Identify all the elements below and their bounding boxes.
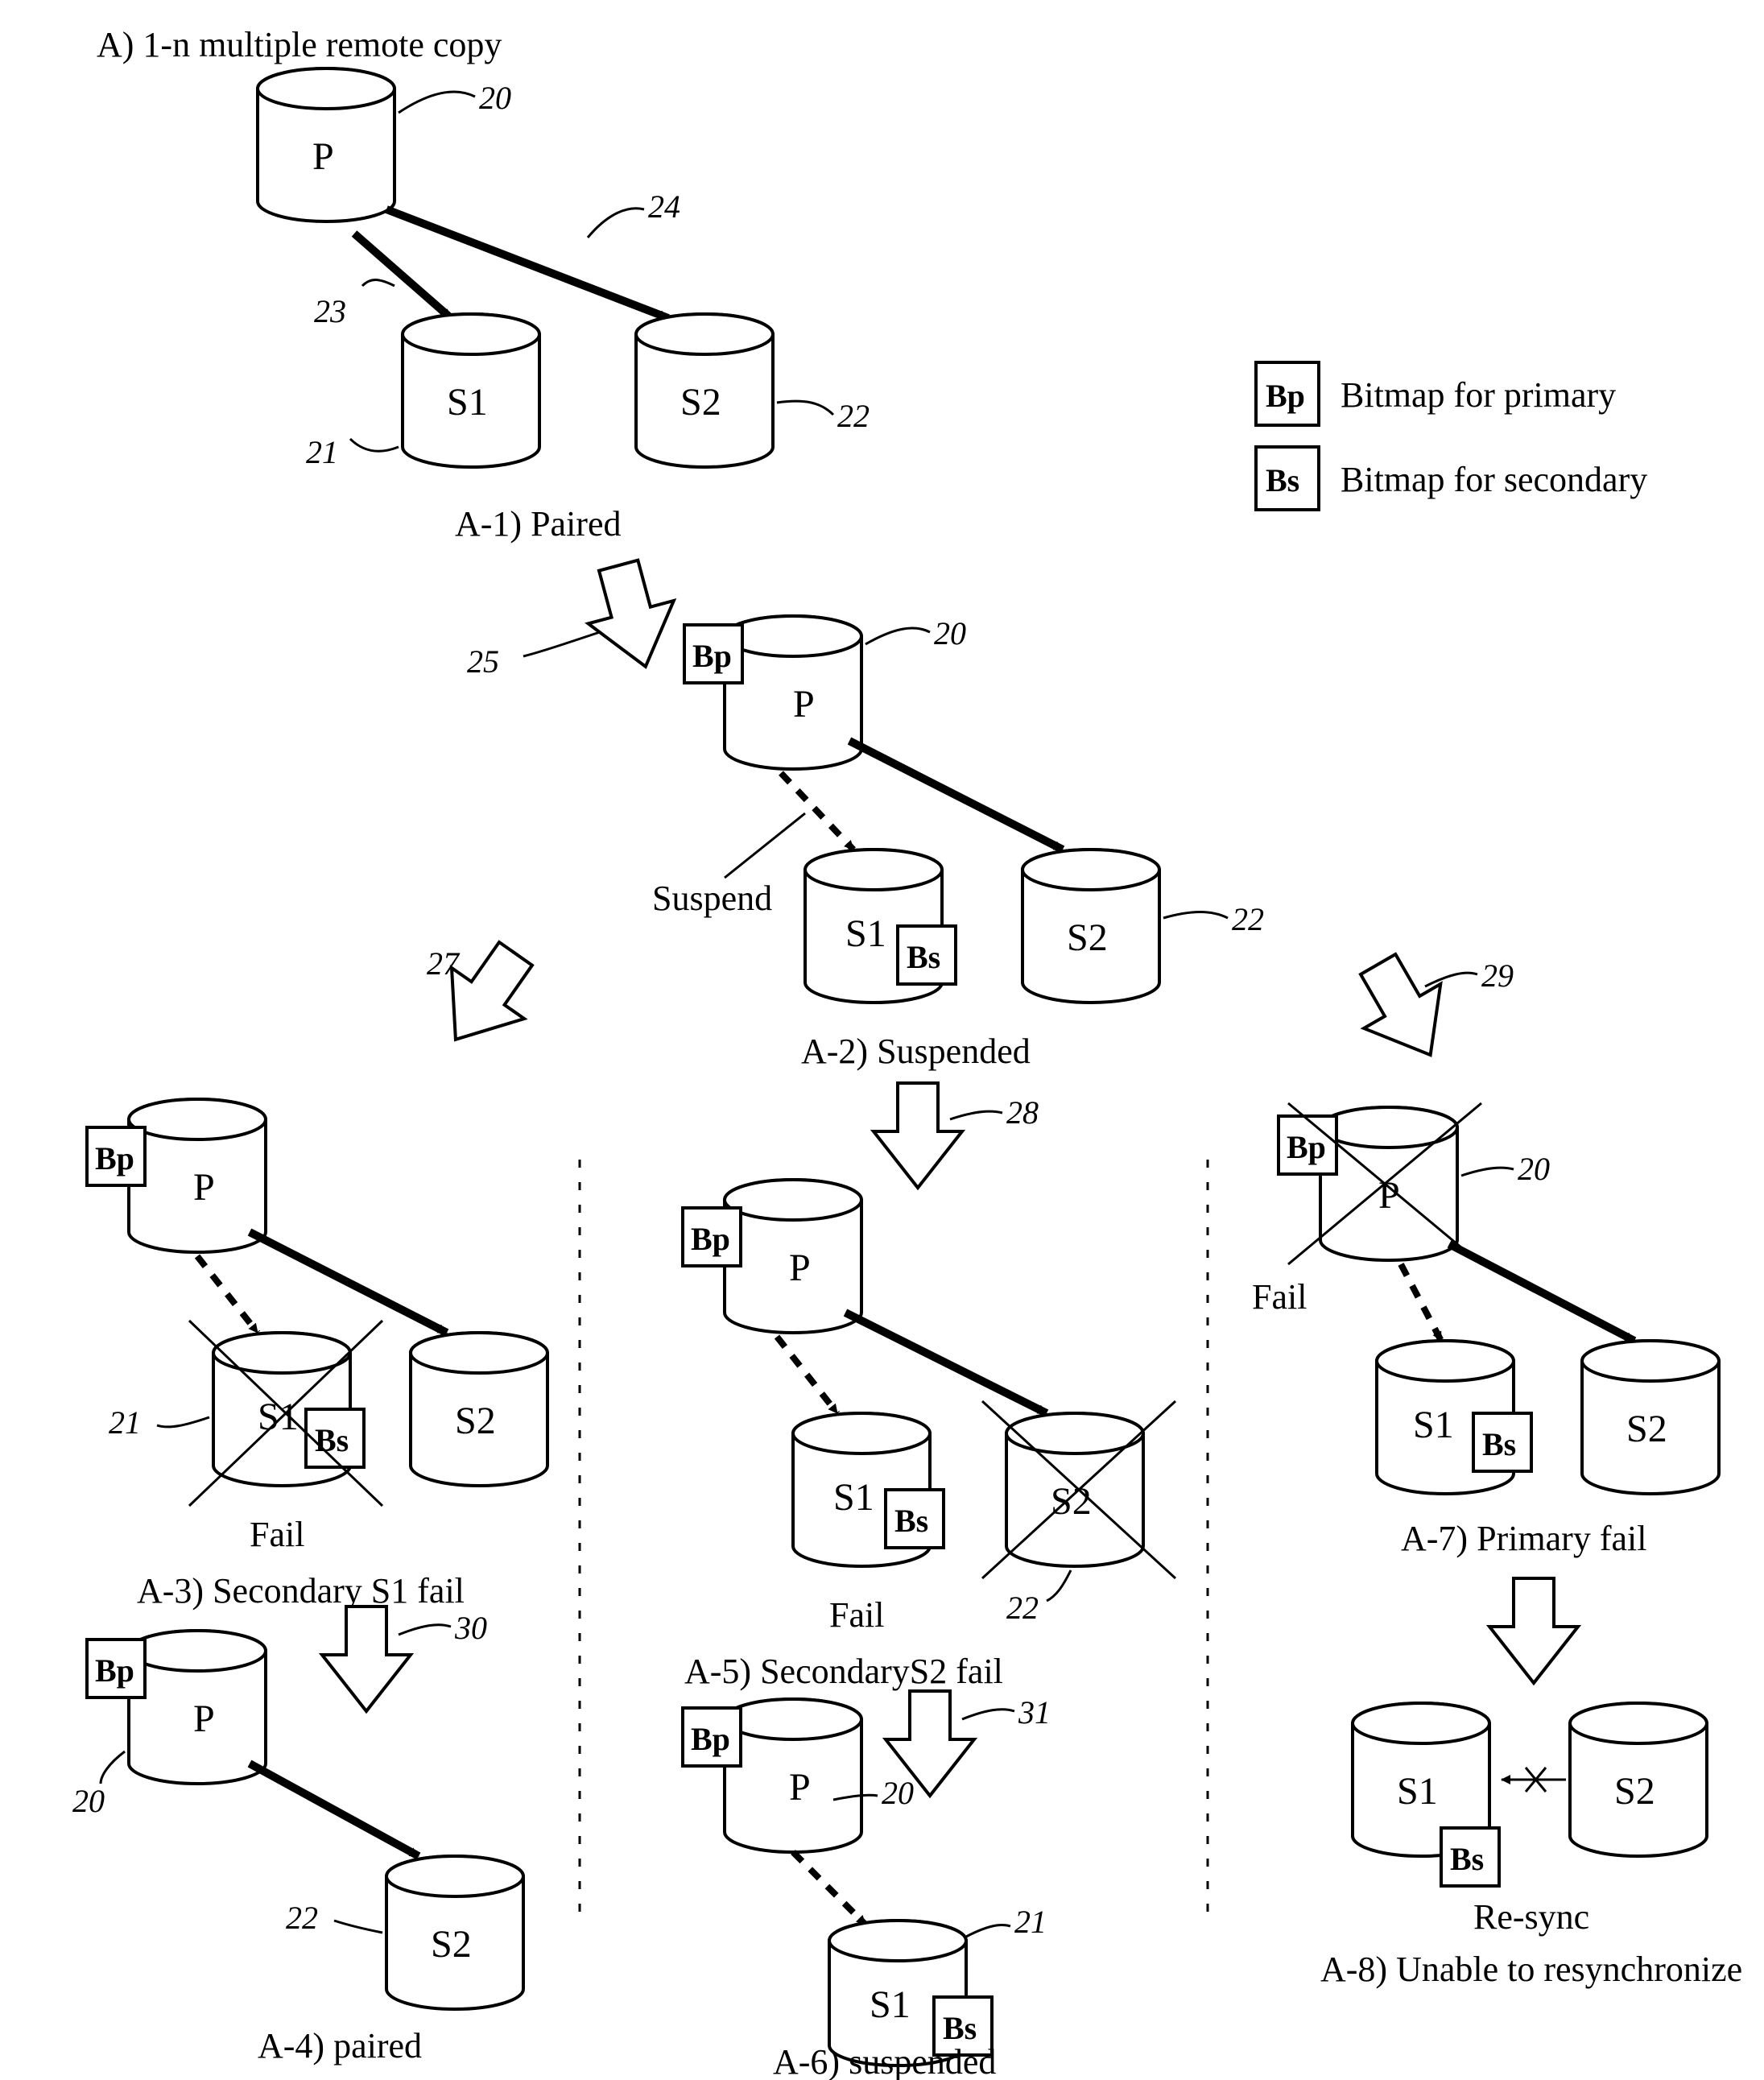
ref-20-a7: 20	[1518, 1151, 1550, 1187]
diagram-title: A) 1-n multiple remote copy	[97, 25, 502, 64]
label-p-a4: P	[193, 1697, 215, 1740]
caption-a8: A-8) Unable to resynchronize	[1320, 1950, 1742, 1989]
block-arrow-a7-a8	[1489, 1578, 1578, 1683]
ref-22-a4: 22	[286, 1900, 318, 1936]
scene-a5: P Bp S1 Bs S2 22 Fail A-5) SecondaryS2 f…	[683, 1180, 1175, 1691]
ref-21-a6: 21	[1014, 1904, 1047, 1940]
caption-a6: A-6) suspended	[773, 2042, 996, 2080]
ref-22-a2: 22	[1232, 901, 1264, 937]
label-p-a3: P	[193, 1166, 215, 1209]
label-s1-a8: S1	[1397, 1770, 1438, 1813]
ref-20-a4: 20	[72, 1783, 105, 1819]
legend-bs-box: Bs	[1266, 462, 1299, 498]
ref-21-a1: 21	[306, 434, 338, 470]
label-bp-a5: Bp	[691, 1221, 730, 1257]
caption-a2: A-2) Suspended	[801, 1032, 1031, 1071]
block-arrow-29	[1340, 942, 1469, 1077]
label-bs-a5: Bs	[894, 1503, 928, 1539]
ref-28: 28	[1006, 1094, 1039, 1131]
ref-30: 30	[454, 1610, 487, 1646]
ref-29: 29	[1481, 957, 1514, 994]
block-arrow-a1-a2	[576, 554, 688, 678]
block-arrow-30	[322, 1607, 411, 1711]
legend: Bp Bitmap for primary Bs Bitmap for seco…	[1256, 362, 1647, 510]
label-s1-a3: S1	[258, 1396, 299, 1438]
label-s1-a6: S1	[870, 1983, 911, 2026]
caption-a7: A-7) Primary fail	[1401, 1519, 1646, 1558]
label-bp-a4: Bp	[95, 1652, 134, 1689]
legend-bp-text: Bitmap for primary	[1341, 375, 1616, 415]
ref-21-a3: 21	[109, 1404, 141, 1441]
label-fail-a5: Fail	[829, 1595, 884, 1635]
label-bp-a2: Bp	[692, 638, 732, 674]
label-p-a5: P	[789, 1247, 811, 1289]
cylinder-s1-a1: S1	[403, 314, 539, 467]
ref-25: 25	[467, 643, 499, 680]
legend-bp-box: Bp	[1266, 378, 1305, 414]
ref-27: 27	[427, 945, 461, 982]
label-s2-a4: S2	[431, 1923, 472, 1966]
scene-a4: P Bp 20 S2 22 A-4) paired	[72, 1631, 523, 2066]
caption-a1: A-1) Paired	[455, 504, 622, 544]
legend-bs-text: Bitmap for secondary	[1341, 460, 1647, 499]
label-fail-a3: Fail	[250, 1515, 304, 1554]
label-s2: S2	[680, 381, 721, 424]
label-bs-a7: Bs	[1482, 1426, 1516, 1462]
label-p-a2: P	[793, 683, 815, 726]
scene-a8: S1 Bs S2 Re-sync A-8) Unable to resynchr…	[1320, 1703, 1742, 1989]
label-s1-a2: S1	[845, 912, 886, 955]
label-bp-a7: Bp	[1287, 1129, 1326, 1165]
label-fail-a7: Fail	[1252, 1277, 1307, 1317]
label-bs-a8: Bs	[1450, 1841, 1484, 1877]
label-s1-a7: S1	[1413, 1404, 1454, 1446]
cylinder-s2-a1: S2	[636, 314, 773, 467]
ref-23: 23	[314, 293, 346, 329]
ref-31: 31	[1018, 1694, 1051, 1731]
caption-a3: A-3) Secondary S1 fail	[137, 1571, 465, 1611]
scene-a6: P Bp 20 S1 Bs 21 A-6) suspended	[683, 1699, 1047, 2080]
ref-20-a6: 20	[882, 1775, 914, 1811]
caption-a4: A-4) paired	[258, 2026, 422, 2066]
label-bs-a2: Bs	[907, 939, 940, 975]
label-bs-a6: Bs	[943, 2010, 977, 2046]
diagram-canvas: text { font-family: "Times New Roman", T…	[0, 0, 1764, 2080]
scene-a7: P Bp 20 Fail S1 Bs S2 A-7) Primary fail	[1252, 1103, 1719, 1558]
ref-20-a1: 20	[479, 80, 511, 116]
ref-24: 24	[648, 188, 680, 225]
label-s2-a3: S2	[455, 1400, 496, 1442]
label-resync: Re-sync	[1473, 1897, 1589, 1937]
label-bp-a6: Bp	[691, 1721, 730, 1757]
caption-a5: A-5) SecondaryS2 fail	[684, 1652, 1003, 1691]
ref-20-a2: 20	[934, 615, 966, 651]
label-s2-a7: S2	[1626, 1408, 1667, 1450]
label-suspend: Suspend	[652, 879, 772, 918]
label-s2-a2: S2	[1067, 916, 1108, 959]
ref-22-a5: 22	[1006, 1590, 1039, 1626]
label-bs-a3: Bs	[315, 1422, 349, 1458]
label-s1: S1	[447, 381, 488, 424]
scene-a2: P Bp 20 Suspend S1 Bs S2 22	[652, 615, 1264, 1071]
label-s1-a5: S1	[833, 1476, 874, 1519]
scene-a3: P Bp S1 Bs 21 S2 Fail A-3) Secondary S1 …	[87, 1099, 547, 1611]
cylinder-p-a1: P	[258, 68, 395, 221]
scene-a1: P 20 23 24 S1 21 S2 22	[258, 68, 870, 544]
ref-22-a1: 22	[837, 398, 870, 434]
label-p: P	[312, 135, 334, 178]
block-arrow-28	[874, 1083, 962, 1188]
label-bp-a3: Bp	[95, 1140, 134, 1176]
label-s2-a8: S2	[1614, 1770, 1655, 1813]
label-p-a6: P	[789, 1766, 811, 1809]
label-s2-a5: S2	[1051, 1480, 1092, 1523]
